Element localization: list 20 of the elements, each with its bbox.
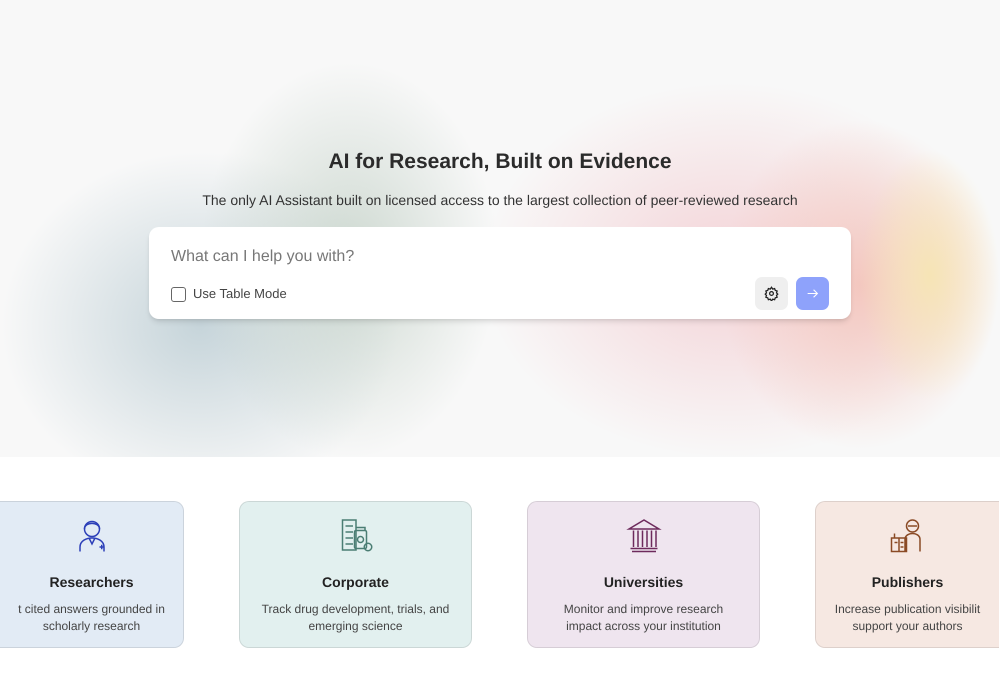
card-description: Track drug development, trials, and emerging science [260,601,450,635]
card-description: Monitor and improve research impact across your institution [562,601,724,635]
table-mode-label: Use Table Mode [193,285,287,304]
card-title: Corporate [322,573,389,592]
search-field[interactable]: What can I help you with? [171,244,731,268]
card-title: Universities [604,573,684,592]
card-description: t cited answers grounded in scholarly research [17,601,166,635]
category-card[interactable]: Publishers Increase publication visibilit support your authors [815,501,999,648]
category-card[interactable]: Researchers t cited answers grounded in scholarly research [0,501,184,648]
settings-button[interactable] [755,276,788,310]
category-card[interactable]: Corporate Track drug development, trials, and emerging science [239,501,472,648]
hero-subtitle: The only AI Assistant built on licensed access to the largest collection of peer-reviewed research [202,190,798,210]
card-title: Publishers [872,573,944,592]
settings-icon [764,286,779,300]
hero-title: AI for Research, Built on Evidence [328,149,672,175]
card-description: Increase publication visibilit support your authors [834,601,982,635]
arrow-right-icon [806,286,819,300]
card-title: Researchers [49,573,134,592]
category-card[interactable]: Universities Monitor and improve research impact across your institution [527,501,760,648]
table-mode-checkbox[interactable] [171,286,186,302]
